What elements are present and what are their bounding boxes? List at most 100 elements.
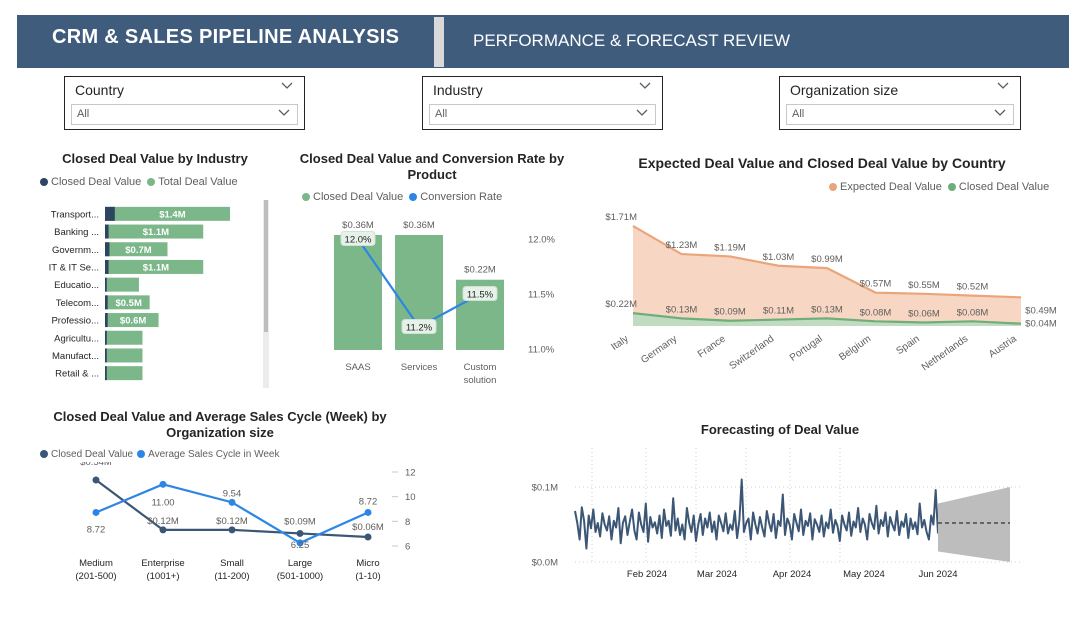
closed-value-bar bbox=[105, 277, 107, 292]
bar-data-label: $0.36M bbox=[403, 220, 435, 231]
category-label: Large bbox=[288, 558, 312, 569]
country-axis-label: Austria bbox=[987, 333, 1019, 360]
closed-value-bar bbox=[105, 206, 115, 221]
closed-value-point bbox=[228, 526, 236, 534]
closed-data-label: $0.09M bbox=[714, 307, 746, 318]
cycle-data-label: 8.72 bbox=[87, 524, 106, 535]
country-axis-label: Spain bbox=[894, 333, 921, 357]
category-label: Telecom... bbox=[56, 298, 99, 309]
chevron-down-icon[interactable] bbox=[993, 108, 1007, 118]
cycle-data-label: 6.25 bbox=[291, 540, 310, 551]
category-label: Small bbox=[220, 558, 244, 569]
legend-swatch-closed bbox=[40, 449, 48, 458]
expected-data-label: $1.71M bbox=[605, 212, 637, 223]
expected-data-label: $0.49M bbox=[1025, 305, 1057, 316]
legend-swatch-expected bbox=[829, 182, 837, 191]
y2-tick-label: 12.0% bbox=[528, 235, 555, 246]
category-label: Banking ... bbox=[54, 227, 99, 238]
cycle-data-label: 8.72 bbox=[359, 496, 378, 507]
product-chart-title: Closed Deal Value and Conversion Rate by… bbox=[299, 151, 565, 182]
category-label: (501-1000) bbox=[277, 571, 323, 582]
closed-data-label: $0.06M bbox=[352, 522, 384, 533]
legend-label: Conversion Rate bbox=[420, 191, 503, 203]
chevron-down-icon[interactable] bbox=[280, 81, 294, 91]
category-label: SAAS bbox=[345, 362, 370, 373]
closed-data-label: $0.12M bbox=[147, 516, 179, 527]
chevron-down-icon[interactable] bbox=[635, 108, 649, 118]
cycle-data-label: 9.54 bbox=[223, 488, 242, 499]
closed-value-bar bbox=[105, 224, 109, 239]
product-combo-chart: $0.36M $0.36M $0.22M SAAS Services Custom solu… bbox=[334, 220, 555, 386]
closed-value-point bbox=[364, 533, 372, 541]
closed-value-point bbox=[159, 526, 167, 534]
organization-size-slicer[interactable]: Organization size All bbox=[779, 76, 1021, 130]
expected-data-label: $1.23M bbox=[666, 240, 698, 251]
forecast-confidence-band bbox=[938, 487, 1010, 562]
bar-data-label: $1.1M bbox=[143, 262, 169, 273]
closed-value-point bbox=[296, 529, 304, 537]
category-label: Custom bbox=[464, 362, 497, 373]
bar-data-label: $0.6M bbox=[120, 316, 146, 327]
bar-data-label: $0.5M bbox=[115, 298, 141, 309]
bar-data-label: $0.22M bbox=[464, 265, 496, 276]
total-value-bar bbox=[105, 348, 143, 363]
closed-value-bar bbox=[105, 242, 110, 257]
country-axis-label: Germany bbox=[639, 333, 679, 366]
bar-data-label: $0.7M bbox=[125, 245, 151, 256]
category-label: (11-200) bbox=[214, 571, 249, 582]
bar-data-label: $0.36M bbox=[342, 220, 374, 231]
country-axis-label: Switzerland bbox=[728, 333, 777, 372]
industry-slicer[interactable]: Industry All bbox=[422, 76, 663, 130]
closed-data-label: $0.12M bbox=[216, 516, 248, 527]
closed-data-label: $0.11M bbox=[763, 306, 794, 317]
chevron-down-icon[interactable] bbox=[277, 108, 291, 118]
closed-data-label: $0.08M bbox=[957, 307, 989, 318]
scrollbar-thumb[interactable] bbox=[264, 200, 268, 332]
y2-tick-label: 11.5% bbox=[528, 290, 555, 301]
category-label: Educatio... bbox=[54, 280, 99, 291]
chevron-down-icon[interactable] bbox=[638, 81, 652, 91]
category-label: IT & IT Se... bbox=[49, 262, 99, 273]
conversion-data-label: 11.2% bbox=[406, 323, 433, 334]
closed-data-label: $0.54M bbox=[80, 462, 112, 468]
sales-cycle-point bbox=[159, 480, 167, 488]
y2-tick-label: 6 bbox=[405, 542, 410, 553]
category-label: Retail & ... bbox=[55, 369, 99, 380]
category-label: Services bbox=[401, 362, 438, 373]
closed-data-label: $0.08M bbox=[860, 307, 892, 318]
legend-swatch-total bbox=[147, 177, 156, 186]
bar-data-label: $1.4M bbox=[159, 209, 185, 220]
x-tick-label: Feb 2024 bbox=[627, 569, 667, 580]
country-axis-label: France bbox=[696, 333, 728, 360]
closed-value-bar bbox=[105, 295, 108, 310]
legend-label: Average Sales Cycle in Week bbox=[148, 449, 280, 460]
forecast-line-chart: $0.1M $0.0M Feb 2024 Mar 2024 Apr 2024 May 20… bbox=[532, 448, 1020, 580]
slicer-dropdown[interactable]: All bbox=[429, 104, 656, 125]
expected-data-label: $0.99M bbox=[811, 254, 843, 265]
x-tick-label: Jun 2024 bbox=[918, 569, 957, 580]
closed-data-label: $0.09M bbox=[284, 516, 316, 527]
product-chart-legend: Closed Deal Value Conversion Rate bbox=[302, 191, 508, 203]
x-tick-label: May 2024 bbox=[843, 569, 885, 580]
slicer-label: Country bbox=[75, 82, 125, 98]
y2-tick-label: 10 bbox=[405, 492, 416, 503]
page-subtitle: PERFORMANCE & FORECAST REVIEW bbox=[473, 31, 791, 50]
closed-value-point bbox=[92, 476, 100, 484]
deal-value-line bbox=[574, 478, 939, 550]
chevron-down-icon[interactable] bbox=[996, 81, 1010, 91]
category-label: Manufact... bbox=[52, 351, 99, 362]
category-label: Micro bbox=[356, 558, 379, 569]
country-axis-label: Netherlands bbox=[920, 333, 970, 373]
category-label: solution bbox=[464, 375, 497, 386]
slicer-dropdown[interactable]: All bbox=[786, 104, 1014, 125]
slicer-dropdown[interactable]: All bbox=[71, 104, 298, 125]
slicer-value: All bbox=[77, 108, 90, 120]
country-area-chart: $1.71M $1.23M $1.19M $1.03M $0.99M $0.57M $0.5… bbox=[605, 212, 1057, 373]
category-label: (201-500) bbox=[75, 571, 116, 582]
legend-swatch-closed bbox=[947, 182, 956, 191]
orgsize-chart-title: Closed Deal Value and Average Sales Cycl… bbox=[53, 409, 387, 440]
sales-cycle-point bbox=[364, 508, 372, 516]
conversion-data-label: 12.0% bbox=[345, 235, 372, 246]
country-slicer[interactable]: Country All bbox=[64, 76, 305, 130]
closed-value-bar bbox=[105, 348, 107, 363]
